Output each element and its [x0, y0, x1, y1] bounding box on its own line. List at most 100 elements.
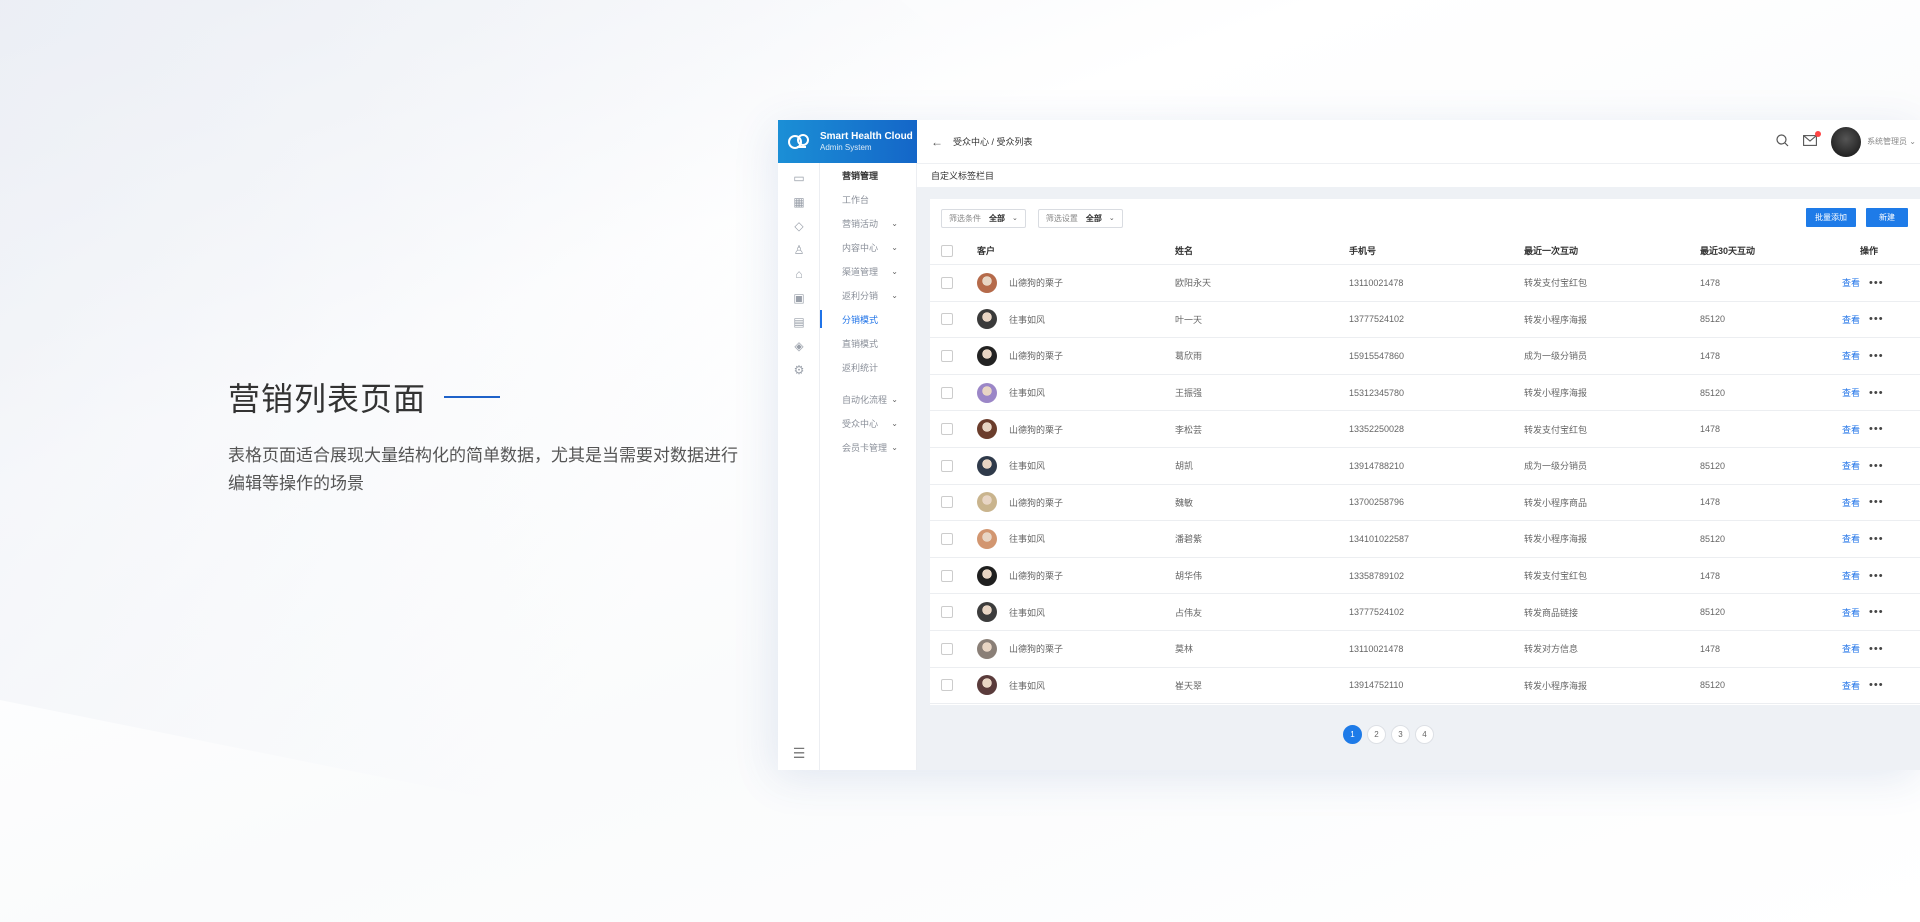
view-link[interactable]: 查看	[1842, 569, 1860, 582]
phone-cell: 13700258796	[1349, 497, 1405, 508]
name-cell: 叶一天	[1175, 314, 1203, 325]
view-link[interactable]: 查看	[1842, 532, 1860, 545]
filter-value: 全部	[989, 213, 1005, 223]
sidebar-item[interactable]: 营销活动 ⌄	[820, 211, 916, 235]
sidebar-item[interactable]: 分销模式	[820, 307, 916, 331]
select-all-checkbox[interactable]	[941, 244, 953, 257]
menu-items: 工作台 营销活动 ⌄ 内容中心 ⌄ 渠道管理 ⌄ 返利分销 ⌄ 分销模式 直销模式 返利统计	[820, 187, 916, 379]
document-icon[interactable]: ▤	[778, 310, 820, 334]
brand-name: Smart Health Cloud	[820, 130, 913, 142]
sidebar-item[interactable]: 会员卡管理 ⌄	[820, 435, 916, 459]
view-link[interactable]: 查看	[1842, 349, 1860, 362]
custom-tab-label[interactable]: 自定义标签栏目	[931, 169, 994, 182]
user-icon[interactable]: ♙	[778, 238, 820, 262]
more-icon[interactable]: •••	[1869, 350, 1884, 362]
calendar-icon[interactable]: ▦	[778, 190, 820, 214]
customer-name: 山德狗的栗子	[1009, 571, 1064, 582]
phone-cell: 13914788210	[1349, 460, 1405, 471]
store-icon[interactable]: ⌂	[778, 262, 820, 286]
recent30-cell: 85120	[1700, 680, 1726, 691]
row-checkbox[interactable]	[941, 606, 953, 619]
customer-cell: 往事如风	[977, 309, 1045, 330]
user-name[interactable]: 系统管理员 ⌄	[1867, 136, 1916, 147]
sidebar-item[interactable]: 渠道管理 ⌄	[820, 259, 916, 283]
row-checkbox[interactable]	[941, 386, 953, 399]
view-link[interactable]: 查看	[1842, 679, 1860, 692]
more-icon[interactable]: •••	[1869, 460, 1884, 472]
sidebar-item[interactable]: 返利分销 ⌄	[820, 283, 916, 307]
name-cell: 欧阳永天	[1175, 278, 1212, 289]
more-icon[interactable]: •••	[1869, 277, 1884, 289]
row-checkbox[interactable]	[941, 642, 953, 655]
sidebar-item-label: 自动化流程	[842, 394, 888, 405]
more-icon[interactable]: •••	[1869, 387, 1884, 399]
customer-cell: 往事如风	[977, 528, 1045, 549]
phone-cell: 13110021478	[1349, 643, 1404, 654]
view-link[interactable]: 查看	[1842, 313, 1860, 326]
more-icon[interactable]: •••	[1869, 313, 1884, 325]
phone-cell: 13358789102	[1349, 570, 1405, 581]
view-link[interactable]: 查看	[1842, 496, 1860, 509]
row-checkbox[interactable]	[941, 679, 953, 692]
intro-accent-line	[444, 396, 501, 398]
avatar	[977, 602, 997, 623]
customer-name: 山德狗的栗子	[1009, 424, 1064, 435]
sidebar-item[interactable]: 内容中心 ⌄	[820, 235, 916, 259]
row-checkbox[interactable]	[941, 569, 953, 582]
view-link[interactable]: 查看	[1842, 386, 1860, 399]
view-link[interactable]: 查看	[1842, 423, 1860, 436]
sidebar-item-label: 会员卡管理	[842, 442, 888, 453]
row-checkbox[interactable]	[941, 349, 953, 362]
collapse-menu-icon[interactable]: ☰	[778, 745, 820, 762]
sidebar-item[interactable]: 返利统计	[820, 355, 916, 379]
view-link[interactable]: 查看	[1842, 642, 1860, 655]
sidebar-item[interactable]: 直销模式	[820, 331, 916, 355]
batch-add-button[interactable]: 批量添加	[1806, 208, 1856, 227]
more-icon[interactable]: •••	[1869, 643, 1884, 655]
row-checkbox[interactable]	[941, 423, 953, 436]
more-icon[interactable]: •••	[1869, 679, 1884, 691]
menu-header[interactable]: 营销管理	[820, 163, 916, 187]
new-button[interactable]: 新建	[1866, 208, 1908, 227]
row-checkbox[interactable]	[941, 459, 953, 472]
page-button[interactable]: 1	[1343, 725, 1362, 744]
filter-select[interactable]: 筛选条件 全部 ⌄	[941, 208, 1026, 228]
row-checkbox[interactable]	[941, 532, 953, 545]
more-icon[interactable]: •••	[1869, 496, 1884, 508]
monitor-icon[interactable]: ▭	[778, 166, 820, 190]
search-icon[interactable]	[1776, 133, 1789, 150]
more-icon[interactable]: •••	[1869, 570, 1884, 582]
phone-cell: 13777524102	[1349, 314, 1405, 325]
filter-label: 筛选设置	[1045, 213, 1078, 223]
last-interaction-cell: 转发小程序海报	[1524, 534, 1588, 545]
more-icon[interactable]: •••	[1869, 423, 1884, 435]
page-button[interactable]: 3	[1391, 725, 1410, 744]
row-checkbox[interactable]	[941, 496, 953, 509]
mail-icon[interactable]	[1803, 130, 1822, 149]
inbox-icon[interactable]: ▣	[778, 286, 820, 310]
more-icon[interactable]: •••	[1869, 533, 1884, 545]
more-icon[interactable]: •••	[1869, 606, 1884, 618]
row-checkbox[interactable]	[941, 276, 953, 289]
header-name: 姓名	[1175, 246, 1194, 256]
back-arrow-icon[interactable]: ←	[931, 135, 943, 149]
sidebar-item-label: 返利分销	[842, 290, 879, 301]
user-avatar[interactable]	[1831, 126, 1862, 157]
page-button[interactable]: 4	[1415, 725, 1434, 744]
layers-icon[interactable]: ◈	[778, 334, 820, 358]
view-link[interactable]: 查看	[1842, 459, 1860, 472]
filter-select[interactable]: 筛选设置 全部 ⌄	[1037, 208, 1123, 228]
sidebar-item[interactable]: 工作台	[820, 187, 916, 211]
tag-icon[interactable]: ◇	[778, 214, 820, 238]
row-checkbox[interactable]	[941, 313, 953, 326]
avatar	[977, 345, 997, 366]
sidebar-item[interactable]: 受众中心 ⌄	[820, 411, 916, 435]
brand-header[interactable]: Smart Health Cloud Admin System	[778, 120, 917, 163]
view-link[interactable]: 查看	[1842, 606, 1860, 619]
pagination: 1234	[917, 725, 1920, 744]
view-link[interactable]: 查看	[1842, 276, 1860, 289]
page-button[interactable]: 2	[1367, 725, 1386, 744]
settings-icon[interactable]: ⚙	[778, 358, 820, 382]
recent30-cell: 1478	[1700, 424, 1721, 435]
sidebar-item[interactable]: 自动化流程 ⌄	[820, 387, 916, 411]
